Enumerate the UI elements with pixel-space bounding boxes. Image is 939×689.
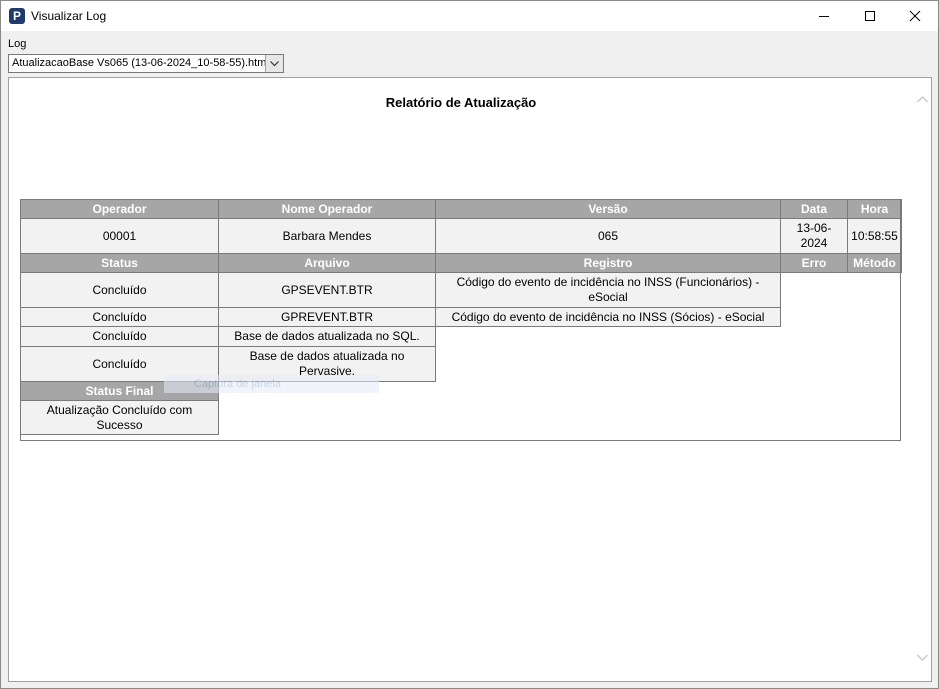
- table-row: Atualização Concluído com Sucesso: [20, 400, 902, 435]
- empty-cell: [847, 272, 902, 308]
- cell-arquivo: GPREVENT.BTR: [218, 307, 436, 327]
- empty-cell: [435, 346, 781, 382]
- vertical-scrollbar[interactable]: [914, 78, 931, 681]
- maximize-icon: [865, 11, 875, 21]
- cell-status-final: Atualização Concluído com Sucesso: [20, 400, 219, 435]
- table-header-row: Status Final: [20, 381, 902, 401]
- header-versao: Versão: [435, 199, 781, 219]
- table-header-row: Status Arquivo Registro Erro Método: [20, 253, 902, 273]
- header-status: Status: [20, 253, 219, 273]
- empty-cell: [780, 326, 848, 347]
- empty-cell: [435, 400, 781, 435]
- cell-operador: 00001: [20, 218, 219, 254]
- header-arquivo: Arquivo: [218, 253, 436, 273]
- empty-cell: [435, 381, 781, 401]
- window-title: Visualizar Log: [31, 9, 107, 23]
- chevron-down-icon[interactable]: [917, 654, 928, 661]
- cell-status: Concluído: [20, 307, 219, 327]
- empty-cell: [780, 400, 848, 435]
- report-title: Relatório de Atualização: [385, 95, 537, 110]
- chevron-down-icon: [270, 61, 279, 67]
- cell-registro: Código do evento de incidência no INSS (…: [435, 307, 781, 327]
- close-button[interactable]: [892, 1, 938, 31]
- maximize-button[interactable]: [847, 1, 893, 31]
- empty-cell: [847, 346, 902, 382]
- log-label: Log: [8, 38, 27, 50]
- title-bar[interactable]: P Visualizar Log: [1, 1, 938, 31]
- empty-cell: [780, 381, 848, 401]
- chevron-up-icon[interactable]: [917, 96, 928, 103]
- cell-versao: 065: [435, 218, 781, 254]
- empty-cell: [435, 326, 781, 347]
- cell-nome-operador: Barbara Mendes: [218, 218, 436, 254]
- empty-cell: [847, 381, 902, 401]
- app-icon: P: [9, 8, 25, 24]
- visualizar-log-window: P Visualizar Log Log AtualizacaoBase Vs0…: [0, 0, 939, 689]
- empty-cell: [780, 346, 848, 382]
- header-operador: Operador: [20, 199, 219, 219]
- header-hora: Hora: [847, 199, 902, 219]
- header-metodo: Método: [847, 253, 902, 273]
- cell-status: Concluído: [20, 326, 219, 347]
- empty-cell: [847, 400, 902, 435]
- empty-cell: [218, 400, 436, 435]
- minimize-icon: [819, 16, 829, 17]
- table-row: Concluído GPREVENT.BTR Código do evento …: [20, 307, 902, 327]
- empty-cell: [847, 307, 902, 327]
- empty-cell: [780, 307, 848, 327]
- header-registro: Registro: [435, 253, 781, 273]
- table-row: Concluído Base de dados atualizada no Pe…: [20, 346, 902, 382]
- header-nome-operador: Nome Operador: [218, 199, 436, 219]
- log-select-dropdown-button[interactable]: [265, 55, 283, 72]
- header-erro: Erro: [780, 253, 848, 273]
- table-row: Concluído GPSEVENT.BTR Código do evento …: [20, 272, 902, 308]
- empty-cell: [847, 326, 902, 347]
- cell-data: 13-06-2024: [780, 218, 848, 254]
- report-table: Operador Nome Operador Versão Data Hora …: [20, 199, 902, 435]
- cell-registro: Código do evento de incidência no INSS (…: [435, 272, 781, 308]
- cell-hora: 10:58:55: [847, 218, 902, 254]
- cell-arquivo: Base de dados atualizada no SQL.: [218, 326, 436, 347]
- cell-arquivo: GPSEVENT.BTR: [218, 272, 436, 308]
- empty-cell: [780, 272, 848, 308]
- table-row: Concluído Base de dados atualizada no SQ…: [20, 326, 902, 347]
- cell-status: Concluído: [20, 272, 219, 308]
- table-row: 00001 Barbara Mendes 065 13-06-2024 10:5…: [20, 218, 902, 254]
- ghost-tooltip: Captura de janela: [164, 375, 379, 393]
- table-header-row: Operador Nome Operador Versão Data Hora: [20, 199, 902, 219]
- log-select-value: AtualizacaoBase Vs065 (13-06-2024_10-58-…: [12, 57, 269, 69]
- log-viewer[interactable]: Relatório de Atualização Operador Nome O…: [8, 77, 932, 682]
- log-select[interactable]: AtualizacaoBase Vs065 (13-06-2024_10-58-…: [8, 54, 284, 73]
- minimize-button[interactable]: [801, 1, 847, 31]
- close-icon: [909, 10, 921, 22]
- header-data: Data: [780, 199, 848, 219]
